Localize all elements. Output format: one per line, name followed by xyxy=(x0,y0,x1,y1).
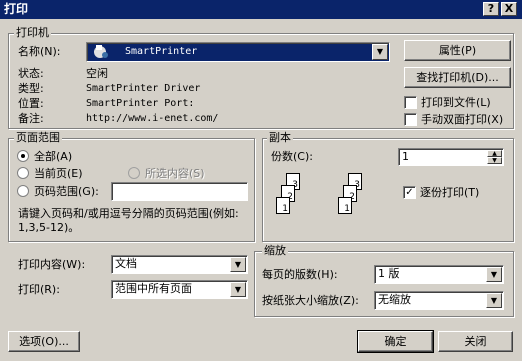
properties-button[interactable]: 属性(P) xyxy=(404,40,511,61)
scale-value: 无缩放 xyxy=(378,293,411,306)
print-what-label: 打印内容(W): xyxy=(18,258,86,271)
status-value: 空闲 xyxy=(86,67,108,80)
range-all-radio[interactable] xyxy=(17,150,29,162)
printer-icon xyxy=(91,44,111,59)
help-button[interactable]: ? xyxy=(483,2,499,16)
manual-duplex-label: 手动双面打印(X) xyxy=(421,113,504,126)
print-what-value: 文档 xyxy=(115,257,137,270)
range-current-radio[interactable] xyxy=(17,167,29,179)
copies-spinner[interactable]: ▲ ▼ xyxy=(487,150,502,164)
status-label: 状态: xyxy=(18,67,44,80)
print-to-file-checkbox[interactable] xyxy=(404,96,417,109)
close-window-button[interactable]: X xyxy=(501,2,517,16)
spin-up-icon[interactable]: ▲ xyxy=(487,150,502,157)
page-icon: 1 xyxy=(276,197,290,214)
type-value: SmartPrinter Driver xyxy=(86,83,201,94)
copies-count-label: 份数(C): xyxy=(271,150,313,163)
printer-group-label: 打印机 xyxy=(14,26,51,39)
ok-button[interactable]: 确定 xyxy=(357,330,434,353)
page-range-input[interactable] xyxy=(111,182,248,201)
copies-group-label: 副本 xyxy=(267,131,293,144)
print-select[interactable]: 范围中所有页面 ▼ xyxy=(111,280,248,299)
chevron-down-icon[interactable]: ▼ xyxy=(230,257,246,272)
print-label: 打印(R): xyxy=(18,283,60,296)
page-range-hint: 请键入页码和/或用逗号分隔的页码范围(例如: 1,3,5-12)。 xyxy=(18,207,239,234)
printer-name-select[interactable]: SmartPrinter ▼ xyxy=(86,42,390,62)
scale-label: 按纸张大小缩放(Z): xyxy=(262,294,359,307)
scale-select[interactable]: 无缩放 ▼ xyxy=(374,291,504,310)
page-icon: 1 xyxy=(338,197,352,214)
print-to-file-label: 打印到文件(L) xyxy=(421,96,491,109)
find-printer-button[interactable]: 查找打印机(D)... xyxy=(404,67,511,88)
copies-count-value: 1 xyxy=(402,150,409,163)
options-button[interactable]: 选项(O)... xyxy=(8,331,80,352)
comment-label: 备注: xyxy=(18,112,44,125)
collate-label: 逐份打印(T) xyxy=(420,186,480,199)
window-title: 打印 xyxy=(4,2,29,16)
range-pages-radio[interactable] xyxy=(17,185,29,197)
zoom-group-label: 缩放 xyxy=(262,244,288,257)
type-label: 类型: xyxy=(18,82,44,95)
chevron-down-icon[interactable]: ▼ xyxy=(486,267,502,282)
range-pages-label: 页码范围(G): xyxy=(34,185,99,198)
per-sheet-value: 1 版 xyxy=(378,267,400,280)
range-selection-label: 所选内容(S) xyxy=(145,167,205,180)
location-label: 位置: xyxy=(18,97,44,110)
copies-count-input[interactable]: 1 ▲ ▼ xyxy=(398,148,504,166)
location-value: SmartPrinter Port: xyxy=(86,98,195,109)
range-current-label: 当前页(E) xyxy=(34,167,83,180)
print-what-select[interactable]: 文档 ▼ xyxy=(111,255,248,274)
print-value: 范围中所有页面 xyxy=(115,282,192,295)
comment-value: http://www.i-enet.com/ xyxy=(86,113,219,124)
collate-illustration: 3 2 1 3 2 1 xyxy=(272,173,392,223)
page-range-label: 页面范围 xyxy=(14,131,62,144)
spin-down-icon[interactable]: ▼ xyxy=(487,157,502,164)
range-all-label: 全部(A) xyxy=(34,150,73,163)
chevron-down-icon[interactable]: ▼ xyxy=(372,44,388,60)
chevron-down-icon[interactable]: ▼ xyxy=(486,293,502,308)
printer-name-value: SmartPrinter xyxy=(125,46,198,57)
per-sheet-label: 每页的版数(H): xyxy=(262,268,338,281)
printer-name-label: 名称(N): xyxy=(18,45,61,58)
per-sheet-select[interactable]: 1 版 ▼ xyxy=(374,265,504,284)
close-button[interactable]: 关闭 xyxy=(438,331,513,352)
collate-checkbox[interactable]: ✓ xyxy=(403,186,416,199)
chevron-down-icon[interactable]: ▼ xyxy=(230,282,246,297)
range-selection-radio xyxy=(128,167,140,179)
manual-duplex-checkbox[interactable] xyxy=(404,113,417,126)
title-bar: 打印 xyxy=(0,0,522,19)
